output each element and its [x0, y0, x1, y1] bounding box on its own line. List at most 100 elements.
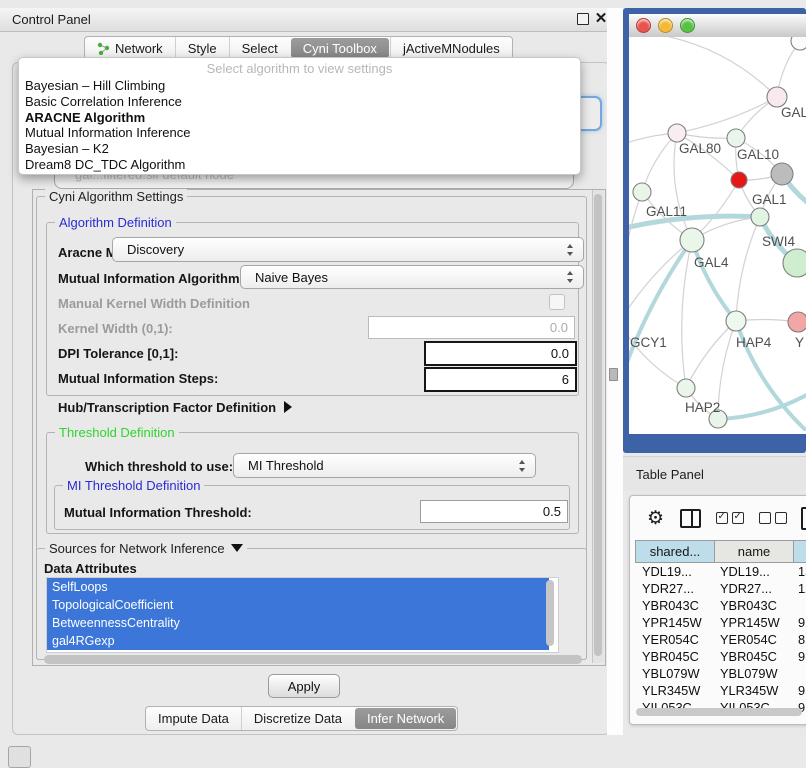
data-attributes-list[interactable]: SelfLoopsTopologicalCoefficientBetweenne… [46, 577, 559, 653]
mi-steps-value: 6 [562, 372, 569, 387]
table-row[interactable]: YDR27...YDR27...12 [635, 580, 806, 597]
node-label: HAP2 [685, 400, 720, 415]
mi-type-combobox[interactable]: Naive Bayes [240, 265, 584, 289]
column-header[interactable]: A [794, 540, 806, 563]
minimize-traffic-light-icon[interactable] [658, 18, 673, 33]
table-row[interactable]: YBL079WYBL079W [635, 665, 806, 682]
group-title: Algorithm Definition [55, 215, 176, 230]
table-row[interactable]: YBR045CYBR045C9. [635, 648, 806, 665]
network-node[interactable] [668, 124, 686, 142]
table-row[interactable]: YDL19...YDL19...13 [635, 563, 806, 580]
network-canvas[interactable]: GALGAL80GAL10GAL1GAL11SWI4GAL4GCY1HAP4YH… [629, 37, 806, 431]
table-row[interactable]: YBR043CYBR043C [635, 597, 806, 614]
data-attributes-label: Data Attributes [44, 561, 137, 576]
dpi-tolerance-input[interactable]: 0.0 [424, 341, 577, 366]
table-cell: YER054C [713, 631, 791, 648]
algorithm-option[interactable]: Mutual Information Inference [19, 125, 580, 141]
tab-label: Impute Data [158, 711, 229, 726]
restore-panel-button[interactable] [8, 746, 31, 768]
select-all-icon[interactable] [716, 512, 744, 524]
sources-toggle[interactable]: Sources for Network Inference [45, 541, 247, 556]
network-node[interactable] [788, 312, 806, 332]
algorithm-option[interactable]: Bayesian – K2 [19, 141, 580, 157]
network-node[interactable] [726, 311, 746, 331]
table-cell [791, 597, 806, 614]
float-window-icon[interactable] [577, 13, 589, 25]
network-edge[interactable] [686, 321, 736, 388]
tab-cyni-toolbox[interactable]: Cyni Toolbox [291, 38, 389, 58]
tab-discretize-data[interactable]: Discretize Data [241, 707, 354, 730]
zoom-traffic-light-icon[interactable] [680, 18, 695, 33]
unchecked-checkbox-icon [775, 512, 787, 524]
kernel-width-input[interactable]: 0.0 [368, 316, 575, 339]
network-node[interactable] [680, 228, 704, 252]
group-title: Cyni Algorithm Settings [45, 189, 187, 204]
network-node[interactable] [677, 379, 695, 397]
algorithm-option[interactable]: ARACNE Algorithm [19, 110, 580, 126]
list-scrollbar-thumb[interactable] [546, 580, 554, 646]
node-label: Y [795, 335, 804, 350]
network-edge[interactable] [655, 37, 777, 97]
network-edge[interactable] [677, 97, 777, 133]
network-node[interactable] [771, 163, 793, 185]
tab-network[interactable]: Network [85, 37, 175, 59]
node-label: GAL [781, 105, 806, 120]
network-graph: GALGAL80GAL10GAL1GAL11SWI4GAL4GCY1HAP4YH… [629, 37, 806, 431]
network-node[interactable] [783, 249, 806, 277]
attribute-list-item[interactable]: SelfLoops [47, 578, 549, 596]
unchecked-checkbox-icon [759, 512, 771, 524]
network-edge[interactable] [629, 192, 642, 323]
attribute-list-item[interactable]: TopologicalCoefficient [47, 596, 549, 614]
manual-kernel-checkbox[interactable] [549, 294, 565, 310]
horizontal-scrollbar-thumb[interactable] [44, 655, 582, 664]
network-node[interactable] [727, 129, 745, 147]
apply-button[interactable]: Apply [268, 674, 340, 698]
splitter-grip[interactable] [609, 368, 618, 381]
table-horizontal-scrollbar[interactable] [636, 708, 802, 716]
network-edge[interactable] [682, 240, 692, 388]
algorithm-option[interactable]: Bayesian – Hill Climbing [19, 78, 580, 94]
dpi-tolerance-value: 0.0 [551, 346, 569, 361]
network-edge[interactable] [736, 217, 760, 321]
hub-definition-toggle[interactable]: Hub/Transcription Factor Definition [58, 400, 292, 415]
deselect-all-icon[interactable] [759, 512, 787, 524]
network-node[interactable] [791, 37, 806, 50]
table-row[interactable]: YLR345WYLR345W9. [635, 682, 806, 699]
attribute-list-item[interactable]: gal4RGexp [47, 632, 549, 650]
network-edge[interactable] [642, 133, 677, 192]
tab-select[interactable]: Select [229, 37, 290, 59]
table-function-icon[interactable] [801, 507, 806, 530]
table-cell: YDR27... [635, 580, 713, 597]
algorithm-option[interactable]: Basic Correlation Inference [19, 94, 580, 110]
mi-threshold-input[interactable]: 0.5 [420, 500, 568, 523]
close-traffic-light-icon[interactable] [636, 18, 651, 33]
tab-style[interactable]: Style [175, 37, 229, 59]
settings-scrollbar-thumb[interactable] [594, 194, 602, 656]
node-label: GAL11 [646, 204, 687, 219]
network-node[interactable] [751, 208, 769, 226]
which-threshold-combobox[interactable]: MI Threshold [233, 453, 536, 478]
aracne-mode-combobox[interactable]: Discovery [112, 237, 584, 262]
sources-title: Sources for Network Inference [49, 541, 225, 556]
table-row[interactable]: YPR145WYPR145W9. [635, 614, 806, 631]
tab-impute-data[interactable]: Impute Data [146, 707, 241, 730]
table-cell: YBR045C [713, 648, 791, 665]
network-node[interactable] [633, 183, 651, 201]
column-header[interactable]: name [715, 540, 794, 563]
tab-label: Select [242, 41, 278, 56]
table-row[interactable]: YER054CYER054C8. [635, 631, 806, 648]
gear-icon[interactable]: ⚙ [647, 509, 664, 528]
algorithm-option[interactable]: Dream8 DC_TDC Algorithm [19, 157, 580, 173]
network-node[interactable] [731, 172, 747, 188]
mi-steps-input[interactable]: 6 [424, 367, 577, 392]
columns-icon[interactable] [680, 509, 701, 528]
tab-infer-network[interactable]: Infer Network [355, 708, 456, 729]
network-node[interactable] [767, 87, 787, 107]
column-header[interactable]: shared... [635, 540, 715, 563]
node-label: GAL1 [752, 192, 787, 207]
network-edge-highlighted[interactable] [692, 240, 736, 321]
expanded-arrow-icon [231, 544, 243, 552]
attribute-list-item[interactable]: BetweennessCentrality [47, 614, 549, 632]
tab-jactivemnodules[interactable]: jActiveMNodules [390, 37, 512, 59]
tab-label: Network [115, 41, 163, 56]
